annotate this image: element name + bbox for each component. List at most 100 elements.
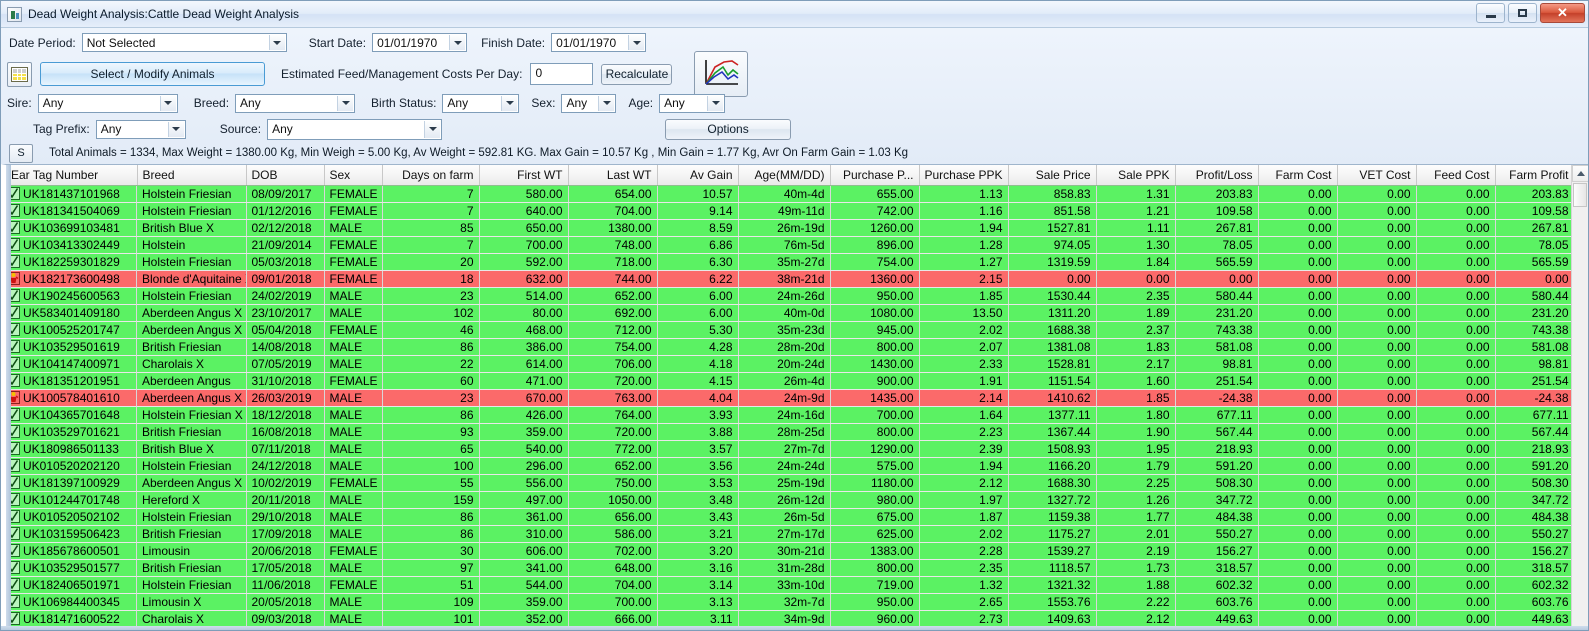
col-av-gain[interactable]: Av Gain (657, 165, 739, 186)
animals-grid[interactable]: Ear Tag Number Breed DOB Sex Days on far… (1, 164, 1588, 626)
purchase-ppk-cell: 2.15 (919, 270, 1009, 288)
col-first-wt[interactable]: First WT (479, 165, 569, 186)
col-dob[interactable]: DOB (246, 165, 325, 186)
chart-button[interactable] (694, 51, 749, 97)
col-sale-price[interactable]: Sale Price (1008, 165, 1097, 186)
grid-icon-button[interactable] (7, 61, 32, 87)
maximize-button[interactable] (1508, 3, 1537, 23)
profit-loss-cell: 0.00 (1175, 270, 1259, 288)
minimize-button[interactable] (1476, 3, 1505, 23)
vet-cost-cell: 0.00 (1337, 525, 1417, 543)
profit-loss-cell: 109.58 (1175, 202, 1259, 220)
farm-profit-cell: 567.44 (1495, 423, 1575, 441)
col-breed[interactable]: Breed (137, 165, 247, 186)
breed-cell: Holstein Friesian (137, 508, 247, 526)
table-row[interactable]: UK103529701621 British Friesian 16/08/2018… (6, 423, 1588, 441)
table-row[interactable]: UK010520502102 Holstein Friesian 29/10/201… (6, 508, 1588, 526)
table-row[interactable]: UK100578401610 Aberdeen Angus X 26/03/2019… (6, 389, 1588, 407)
table-row[interactable]: UK182406501971 Holstein Friesian 11/06/201… (6, 576, 1588, 594)
sex-select[interactable]: Any (561, 93, 617, 113)
table-row[interactable]: UK181351201951 Aberdeen Angus 31/10/2018 FE… (6, 372, 1588, 390)
age-value: Any (664, 96, 685, 110)
profit-loss-cell: 98.81 (1175, 355, 1259, 373)
table-row[interactable]: UK190245600563 Holstein Friesian 24/02/201… (6, 287, 1588, 305)
av-gain-cell: 6.86 (657, 236, 739, 254)
scroll-up-button[interactable] (1572, 165, 1588, 182)
table-row[interactable]: UK103529501577 British Friesian 17/05/2018… (6, 559, 1588, 577)
table-row[interactable]: UK181437101968 Holstein Friesian 08/09/201… (6, 185, 1588, 203)
col-days-on-farm[interactable]: Days on farm (382, 165, 480, 186)
breed-select[interactable]: Any (235, 93, 356, 113)
col-vet-cost[interactable]: VET Cost (1337, 165, 1417, 186)
start-date-select[interactable]: 01/01/1970 (372, 33, 468, 52)
col-farm-cost[interactable]: Farm Cost (1258, 165, 1338, 186)
table-row[interactable]: UK100525201747 Aberdeen Angus X 05/04/2018… (6, 321, 1588, 339)
col-last-wt[interactable]: Last WT (568, 165, 658, 186)
birth-status-select[interactable]: Any (442, 93, 520, 113)
table-row[interactable]: UK583401409180 Aberdeen Angus X 23/10/2017… (6, 304, 1588, 322)
col-sex[interactable]: Sex (324, 165, 383, 186)
dob-cell: 09/03/2018 (246, 610, 325, 626)
finish-date-select[interactable]: 01/01/1970 (551, 33, 647, 52)
sex-cell: MALE (324, 491, 383, 509)
scrollbar-thumb[interactable] (1573, 183, 1587, 207)
col-ear-tag-number[interactable]: Ear Tag Number (6, 165, 138, 186)
farm-cost-cell: 0.00 (1258, 185, 1338, 203)
sale-ppk-cell: 1.60 (1096, 372, 1176, 390)
table-row[interactable]: UK103529501619 British Friesian 14/08/2018… (6, 338, 1588, 356)
col-profit-loss[interactable]: Profit/Loss (1175, 165, 1259, 186)
table-row[interactable]: UK010520202120 Holstein Friesian 24/12/201… (6, 457, 1588, 475)
s-button[interactable]: S (9, 143, 33, 163)
estimated-cost-input[interactable]: 0 (530, 63, 594, 85)
table-row[interactable]: UK180986501133 British Blue X 07/11/2018 MA… (6, 440, 1588, 458)
purchase-ppk-cell: 2.35 (919, 559, 1009, 577)
age-cell: 34m-9d (738, 610, 831, 626)
recalculate-button[interactable]: Recalculate (601, 63, 673, 85)
table-row[interactable]: UK182173600498 Blonde d'Aquitaine X 09/01/… (6, 270, 1588, 288)
table-row[interactable]: UK181341504069 Holstein Friesian 01/12/201… (6, 202, 1588, 220)
select-modify-animals-button[interactable]: Select / Modify Animals (40, 62, 265, 86)
purchase-ppk-cell: 2.23 (919, 423, 1009, 441)
vertical-scrollbar[interactable] (1571, 165, 1588, 626)
table-row[interactable]: UK185678600501 Limousin 20/06/2018 FEMALE 30… (6, 542, 1588, 560)
close-button[interactable]: ✕ (1540, 3, 1585, 23)
sale-ppk-cell: 1.84 (1096, 253, 1176, 271)
farm-profit-cell: 0.00 (1495, 270, 1575, 288)
ear-tag-value: UK100578401610 (23, 390, 120, 405)
tag-prefix-select[interactable]: Any (95, 119, 186, 139)
breed-cell: Charolais X (137, 355, 247, 373)
table-row[interactable]: UK181397100929 Aberdeen Angus X 10/02/2019… (6, 474, 1588, 492)
tag-cell: UK103529501577 (6, 559, 137, 577)
table-row[interactable]: UK103413302449 Holstein 21/09/2014 FEMALE 7 7… (6, 236, 1588, 254)
table-row[interactable]: UK106984400345 Limousin X 20/05/2018 MALE 10… (6, 593, 1588, 611)
table-row[interactable]: UK101244701748 Hereford X 20/11/2018 MALE 15… (6, 491, 1588, 509)
farm-cost-cell: 0.00 (1258, 236, 1338, 254)
av-gain-cell: 6.00 (657, 304, 739, 322)
table-row[interactable]: UK103159506423 British Friesian 17/09/2018… (6, 525, 1588, 543)
first-wt-cell: 296.00 (479, 457, 569, 475)
table-row[interactable]: UK104365701648 Holstein Friesian X 18/12/2… (6, 406, 1588, 424)
col-purchase-price[interactable]: Purchase P... (830, 165, 920, 186)
col-sale-ppk[interactable]: Sale PPK (1096, 165, 1176, 186)
col-feed-cost[interactable]: Feed Cost (1416, 165, 1496, 186)
table-row[interactable]: UK182259301829 Holstein Friesian 05/03/201… (6, 253, 1588, 271)
col-farm-profit[interactable]: Farm Profit (1495, 165, 1575, 186)
col-age[interactable]: Age(MM/DD) (738, 165, 831, 186)
col-purchase-ppk[interactable]: Purchase PPK (919, 165, 1009, 186)
av-gain-cell: 8.59 (657, 219, 739, 237)
table-row[interactable]: UK104147400971 Charolais X 07/05/2019 MALE 2… (6, 355, 1588, 373)
breed-cell: Aberdeen Angus X (137, 321, 247, 339)
feed-cost-cell: 0.00 (1416, 559, 1496, 577)
table-row[interactable]: UK103699103481 British Blue X 02/12/2018 MA… (6, 219, 1588, 237)
sale-price-cell: 974.05 (1008, 236, 1097, 254)
feed-cost-cell: 0.00 (1416, 253, 1496, 271)
farm-profit-cell: 78.05 (1495, 236, 1575, 254)
age-select[interactable]: Any (659, 93, 726, 113)
sire-select[interactable]: Any (37, 93, 178, 113)
date-period-select[interactable]: Not Selected (81, 33, 287, 52)
dob-cell: 05/03/2018 (246, 253, 325, 271)
dob-cell: 02/12/2018 (246, 219, 325, 237)
source-select[interactable]: Any (267, 118, 443, 140)
table-row[interactable]: UK181471600522 Charolais X 09/03/2018 MALE 1… (6, 610, 1588, 626)
options-button[interactable]: Options (665, 118, 792, 140)
